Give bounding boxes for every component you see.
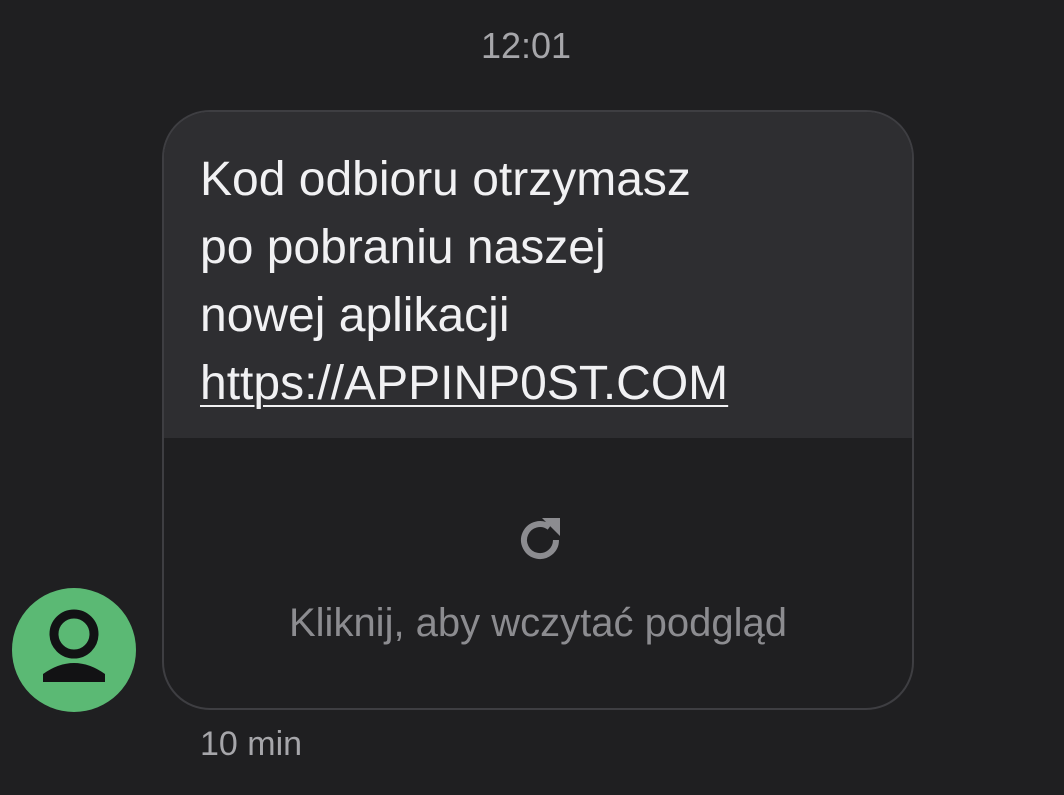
conversation-time-header: 12:01 — [480, 25, 572, 66]
message-timestamp: 10 min — [200, 725, 303, 763]
message-line: Kod odbioru otrzymasz — [200, 153, 691, 206]
message-line: po pobraniu naszej — [200, 221, 606, 274]
message-bubble[interactable]: Kod odbioru otrzymasz po pobraniu naszej… — [162, 110, 914, 710]
link-preview-placeholder[interactable]: Kliknij, aby wczytać podgląd — [164, 438, 912, 708]
sender-avatar[interactable] — [12, 588, 136, 712]
message-thread-screen: 12:01 Kod odbioru otrzymasz po pobraniu … — [0, 0, 1064, 795]
message-line: nowej aplikacji — [200, 289, 510, 342]
preview-label: Kliknij, aby wczytać podgląd — [288, 601, 788, 645]
reload-icon — [521, 518, 560, 560]
person-icon — [43, 609, 105, 682]
message-link[interactable]: https://APPINP0ST.COM — [200, 350, 728, 418]
message-body: Kod odbioru otrzymasz po pobraniu naszej… — [164, 112, 912, 438]
